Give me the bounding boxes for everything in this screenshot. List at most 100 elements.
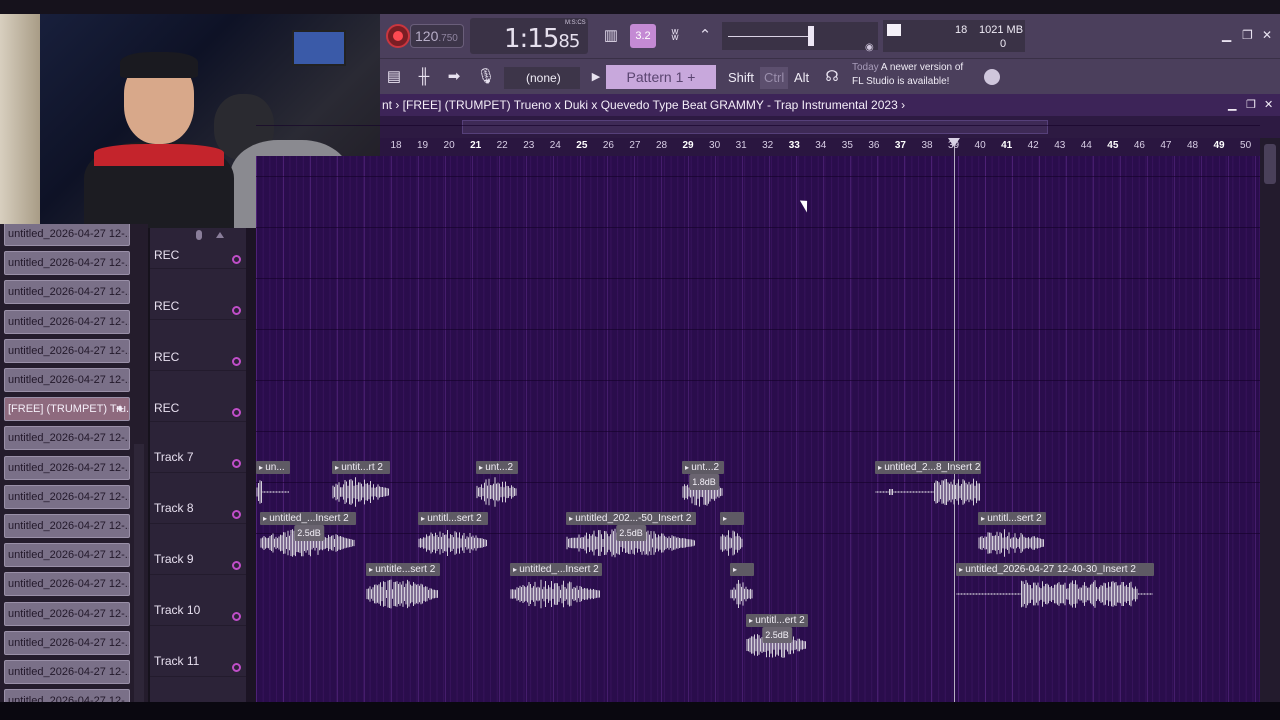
pattern-mode-button[interactable]: 3.2 — [630, 24, 656, 48]
track-enable-icon[interactable] — [232, 561, 241, 570]
clip-header[interactable]: ▸ untitl...sert 2 — [978, 512, 1046, 525]
browser-file-item[interactable]: untitled_2026-04-27 12-... — [4, 368, 130, 392]
clip-header[interactable]: ▸ un... — [256, 461, 290, 474]
audio-clip[interactable]: ▸ — [720, 512, 744, 560]
audio-clip[interactable]: ▸ untitle...sert 2 — [366, 563, 440, 611]
ctrl-button[interactable]: Ctrl — [760, 67, 789, 89]
pattern-selector[interactable]: Pattern 1 + — [606, 65, 716, 89]
track-enable-icon[interactable] — [232, 612, 241, 621]
browser-file-item[interactable]: untitled_2026-04-27 12-... — [4, 689, 130, 702]
track-row[interactable]: Track 9 — [150, 524, 246, 575]
restore-icon[interactable]: ❐ — [1242, 28, 1253, 42]
audio-clip[interactable]: ▸ untit...rt 2 — [332, 461, 390, 509]
browser-file-item[interactable]: untitled_2026-04-27 12-... — [4, 309, 130, 334]
browser-file-item[interactable]: untitled_2026-04-27 12-... — [4, 224, 130, 246]
volume-knob[interactable] — [808, 26, 814, 46]
alt-button[interactable]: Alt — [790, 67, 813, 89]
typing-keyboard-icon[interactable]: ▥ — [598, 24, 624, 48]
playhead-marker-icon[interactable] — [948, 138, 960, 147]
audio-clip[interactable]: ▸ untitled_...Insert 2 — [510, 563, 602, 611]
audio-clip[interactable]: ▸ unt...2 — [476, 461, 518, 509]
metronome-icon[interactable]: ⌃ — [692, 24, 718, 48]
play-arrow-icon[interactable]: ▶ — [584, 65, 608, 89]
browser-file-item[interactable]: untitled_2026-04-27 12-... — [4, 251, 130, 276]
record-button[interactable] — [386, 24, 410, 48]
browser-file-item[interactable]: untitled_2026-04-27 12-... — [4, 660, 130, 684]
clip-header[interactable]: ▸ — [720, 512, 744, 525]
clip-header[interactable]: ▸ untitled_...Insert 2 — [260, 512, 356, 525]
track-enable-icon[interactable] — [232, 510, 241, 519]
playlist-overview-scrollbar[interactable] — [380, 116, 1280, 138]
overview-window[interactable] — [462, 120, 1048, 134]
audio-clip[interactable]: ▸ untitl...ert 2 2.5dB — [746, 614, 808, 662]
browser-file-item[interactable]: untitled_2026-04-27 12-... — [4, 514, 130, 538]
vertical-scrollbar[interactable] — [1260, 138, 1280, 702]
browser-file-item[interactable]: untitled_2026-04-27 12-... — [4, 572, 130, 597]
minimize-icon[interactable]: ▁ — [1222, 28, 1231, 42]
track-row[interactable]: Track 7 — [150, 422, 246, 473]
clip-header[interactable]: ▸ untitled_202...-50_Insert 2 — [566, 512, 696, 525]
browser-file-item[interactable]: untitled_2026-04-27 12-... — [4, 484, 130, 509]
browser-file-item[interactable]: untitled_2026-04-27 12-... — [4, 426, 130, 451]
scrollbar-thumb[interactable] — [1264, 144, 1276, 184]
browser-file-item[interactable]: untitled_2026-04-27 12-... — [4, 543, 130, 568]
track-row[interactable]: REC — [150, 218, 246, 269]
clip-header[interactable]: ▸ untitl...sert 2 — [418, 512, 488, 525]
clip-header[interactable]: ▸ untitled_...Insert 2 — [510, 563, 602, 576]
browser-scrollbar[interactable] — [134, 444, 144, 702]
clip-header[interactable]: ▸ untitl...ert 2 — [746, 614, 808, 627]
playlist-minimize-icon[interactable]: ▁ — [1228, 98, 1236, 111]
track-enable-icon[interactable] — [232, 255, 241, 264]
clip-header[interactable]: ▸ untit...rt 2 — [332, 461, 390, 474]
audio-clip[interactable]: ▸ untitled_2...8_Insert 2 — [875, 461, 981, 509]
clip-header[interactable]: ▸ unt...2 — [682, 461, 724, 474]
track-enable-icon[interactable] — [232, 663, 241, 672]
browser-file-item[interactable]: [FREE] (TRUMPET) Tru... ✦ — [4, 397, 130, 422]
audio-clip[interactable]: ▸ un... — [256, 461, 290, 509]
track-row[interactable]: Track 10 — [150, 575, 246, 626]
audio-clip[interactable]: ▸ untitled_...Insert 2 2.5dB — [260, 512, 356, 560]
clip-header[interactable]: ▸ untitled_2026-04-27 12-40-30_Insert 2 — [956, 563, 1154, 576]
master-volume-slider[interactable] — [722, 22, 878, 50]
browser-file-item[interactable]: untitled_2026-04-27 12-... — [4, 630, 130, 655]
audio-clip[interactable]: ▸ untitl...sert 2 — [418, 512, 488, 560]
clip-header[interactable]: ▸ — [730, 563, 754, 576]
browser-file-item[interactable]: untitled_2026-04-27 12-... — [4, 601, 130, 626]
hint-icon[interactable]: ☊ — [820, 65, 844, 89]
arrow-up-icon[interactable] — [216, 232, 224, 238]
globe-icon[interactable] — [984, 69, 1000, 85]
track-row[interactable]: Track 11 — [150, 626, 246, 677]
browser-file-item[interactable]: untitled_2026-04-27 12-... — [4, 280, 130, 305]
microphone-icon[interactable]: 🎙 — [474, 65, 498, 89]
eye-icon[interactable]: ◉ — [865, 42, 874, 53]
tempo-display[interactable]: 120.750 — [410, 24, 464, 48]
track-enable-icon[interactable] — [232, 306, 241, 315]
time-display[interactable]: M:S:CS 1:1585 — [470, 18, 588, 54]
shift-button[interactable]: Shift — [724, 67, 758, 89]
clip-header[interactable]: ▸ unt...2 — [476, 461, 518, 474]
time-ruler[interactable]: 18 19 20 21 22 23 24 25 26 27 28 29 30 31 32 33 34 35 36 37… — [380, 138, 1260, 156]
step-edit-icon[interactable]: ʬ — [662, 24, 688, 48]
mixer-icon[interactable]: ╫ — [412, 65, 436, 89]
playlist-icon[interactable]: ▤ — [382, 65, 406, 89]
track-row[interactable]: REC — [150, 269, 246, 320]
audio-clip[interactable]: ▸ untitled_202...-50_Insert 2 2.5dB — [566, 512, 696, 560]
news-panel[interactable]: Today A newer version of FL Studio is av… — [852, 61, 992, 89]
track-enable-icon[interactable] — [232, 408, 241, 417]
playlist-close-icon[interactable]: ✕ — [1264, 98, 1273, 111]
browser-file-item[interactable]: untitled_2026-04-27 12-... — [4, 455, 130, 480]
browser-file-item[interactable]: untitled_2026-04-27 12-... — [4, 338, 130, 363]
track-enable-icon[interactable] — [232, 357, 241, 366]
track-row[interactable]: Track 8 — [150, 473, 246, 524]
track-enable-icon[interactable] — [232, 459, 241, 468]
microphone-icon[interactable] — [196, 230, 202, 240]
snap-selector[interactable]: (none) — [504, 67, 580, 89]
clip-header[interactable]: ▸ untitle...sert 2 — [366, 563, 440, 576]
audio-clip[interactable]: ▸ untitl...sert 2 — [978, 512, 1046, 560]
add-pattern-icon[interactable]: + — [687, 69, 695, 85]
clip-header[interactable]: ▸ untitled_2...8_Insert 2 — [875, 461, 981, 474]
audio-clip[interactable]: ▸ untitled_2026-04-27 12-40-30_Insert 2 — [956, 563, 1154, 611]
channel-rack-icon[interactable]: ➡ — [442, 65, 466, 89]
close-icon[interactable]: ✕ — [1262, 28, 1272, 42]
audio-clip[interactable]: ▸ unt...2 1.8dB — [682, 461, 724, 509]
